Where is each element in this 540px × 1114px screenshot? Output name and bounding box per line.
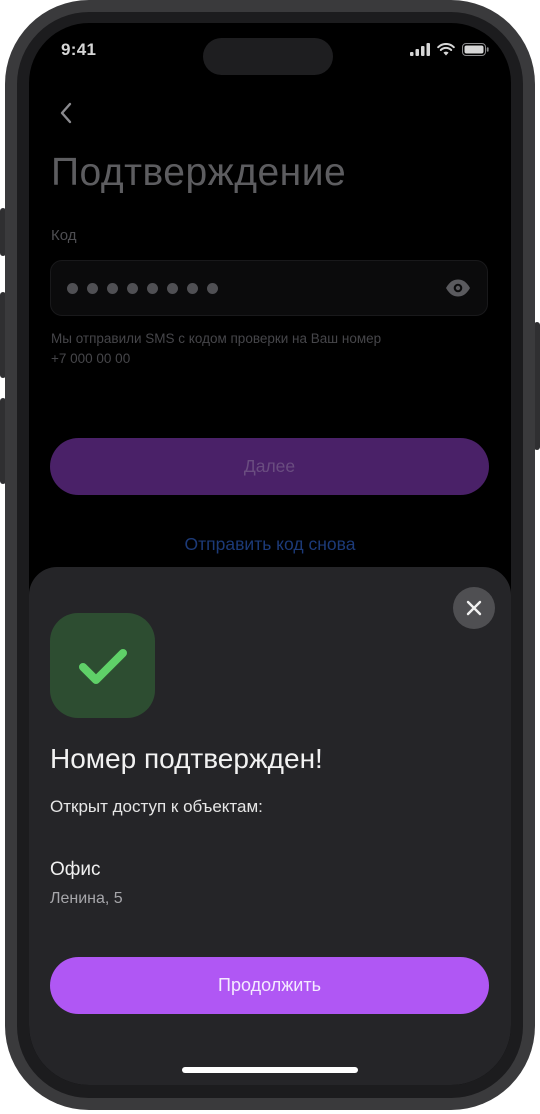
success-badge xyxy=(50,613,155,718)
code-dot xyxy=(187,283,198,294)
code-dot xyxy=(87,283,98,294)
object-name: Офис xyxy=(50,859,101,880)
battery-icon xyxy=(462,43,489,56)
sms-hint-text: Мы отправили SMS с кодом проверки на Ваш… xyxy=(51,331,382,346)
sheet-subtitle: Открыт доступ к объектам: xyxy=(50,797,263,816)
close-button[interactable] xyxy=(453,587,495,629)
toggle-visibility-button[interactable] xyxy=(445,278,471,298)
checkmark-icon xyxy=(78,648,127,684)
wifi-icon xyxy=(437,43,455,56)
back-button[interactable] xyxy=(55,99,79,127)
home-indicator[interactable] xyxy=(182,1067,358,1073)
close-icon xyxy=(466,600,482,616)
code-dot xyxy=(67,283,78,294)
sms-hint: Мы отправили SMS с кодом проверки на Ваш… xyxy=(51,329,481,369)
code-masked-value xyxy=(67,283,218,294)
chevron-left-icon xyxy=(60,102,72,124)
eye-icon xyxy=(446,279,470,297)
code-dot xyxy=(167,283,178,294)
success-bottom-sheet: Номер подтвержден! Открыт доступ к объек… xyxy=(29,567,511,1085)
code-dot xyxy=(147,283,158,294)
object-address: Ленина, 5 xyxy=(50,890,123,907)
code-dot xyxy=(207,283,218,294)
status-time: 9:41 xyxy=(61,40,97,59)
code-dot xyxy=(107,283,118,294)
next-button[interactable]: Далее xyxy=(50,438,489,495)
sheet-title: Номер подтвержден! xyxy=(50,743,323,774)
resend-code-link[interactable]: Отправить код снова xyxy=(29,534,511,555)
phone-screen: 9:41 Подтверждение Код Мы отправили SMS … xyxy=(29,23,511,1085)
continue-button[interactable]: Продолжить xyxy=(50,957,489,1014)
code-dot xyxy=(127,283,138,294)
code-input[interactable] xyxy=(50,260,488,316)
signal-icon xyxy=(410,43,430,56)
dynamic-island xyxy=(203,38,333,75)
phone-number: +7 000 00 00 xyxy=(51,351,131,366)
page-title: Подтверждение xyxy=(51,151,347,194)
code-label: Код xyxy=(51,227,77,244)
status-icons xyxy=(410,43,489,56)
